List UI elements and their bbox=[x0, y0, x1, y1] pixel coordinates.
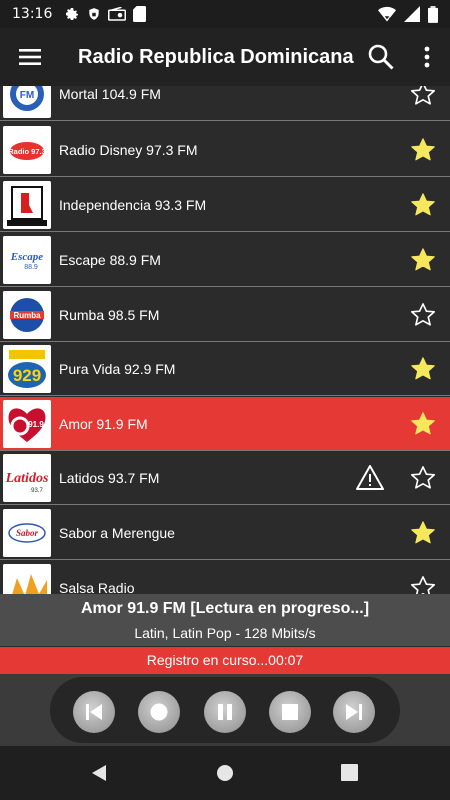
station-row-active[interactable]: 91.9 Amor 91.9 FM bbox=[0, 397, 450, 451]
star-filled-icon[interactable] bbox=[409, 246, 437, 274]
station-row[interactable]: Latidos 93.7 Latidos 93.7 FM bbox=[0, 451, 450, 505]
station-row[interactable]: Independencia 93.3 FM bbox=[0, 178, 450, 232]
station-row[interactable]: Sabor Sabor a Merengue bbox=[0, 506, 450, 560]
record-button[interactable] bbox=[138, 691, 180, 733]
svg-text:Latidos: Latidos bbox=[5, 471, 49, 486]
station-name: Pura Vida 92.9 FM bbox=[59, 360, 176, 377]
station-row[interactable]: Radio 97.3 Radio Disney 97.3 FM bbox=[0, 123, 450, 177]
star-filled-icon[interactable] bbox=[409, 355, 437, 383]
station-logo: Radio 97.3 bbox=[3, 126, 51, 174]
star-outline-icon[interactable] bbox=[409, 301, 437, 329]
hamburger-menu-icon bbox=[19, 49, 41, 65]
station-name: Escape 88.9 FM bbox=[59, 251, 161, 268]
status-time: 13:16 bbox=[12, 6, 53, 22]
station-name: Independencia 93.3 FM bbox=[59, 196, 207, 213]
station-logo: Rumba bbox=[3, 291, 51, 339]
svg-text:Escape: Escape bbox=[10, 251, 44, 263]
station-logo: Sabor bbox=[3, 509, 51, 557]
now-playing-title: Amor 91.9 FM [Lectura en progreso...] bbox=[80, 600, 370, 617]
station-logo: 91.9 bbox=[3, 400, 51, 448]
station-name: Mortal 104.9 FM bbox=[59, 86, 161, 102]
more-vert-icon bbox=[424, 46, 430, 68]
svg-text:Rumba: Rumba bbox=[13, 311, 41, 320]
wifi-icon bbox=[378, 6, 396, 22]
station-name: Radio Disney 97.3 FM bbox=[59, 141, 198, 158]
station-logo: 929 bbox=[3, 345, 51, 393]
station-logo: FM bbox=[3, 86, 51, 118]
star-filled-icon[interactable] bbox=[409, 136, 437, 164]
menu-button[interactable] bbox=[0, 28, 60, 86]
now-playing-info: Latin, Latin Pop - 128 Mbits/s bbox=[134, 625, 316, 641]
station-name: Rumba 98.5 FM bbox=[59, 306, 160, 323]
station-list[interactable]: FM Mortal 104.9 FM Radio 97.3 Radio Disn… bbox=[0, 86, 450, 594]
warning-icon bbox=[356, 465, 384, 490]
station-row[interactable]: FM Mortal 104.9 FM bbox=[0, 86, 450, 121]
status-bar: 13:16 bbox=[0, 0, 450, 28]
record-icon bbox=[150, 703, 168, 721]
sd-card-icon bbox=[133, 6, 147, 22]
star-filled-icon[interactable] bbox=[409, 519, 437, 547]
stop-button[interactable] bbox=[269, 691, 311, 733]
station-logo: Latidos 93.7 bbox=[3, 454, 51, 502]
app-bar: Radio Republica Dominicana bbox=[0, 28, 450, 86]
home-icon[interactable] bbox=[216, 764, 234, 782]
star-outline-icon[interactable] bbox=[409, 464, 437, 492]
star-filled-icon[interactable] bbox=[409, 410, 437, 438]
station-row[interactable]: Escape 88.9 Escape 88.9 FM bbox=[0, 233, 450, 287]
station-row[interactable]: Salsa Radio bbox=[0, 561, 450, 594]
station-name: Latidos 93.7 FM bbox=[59, 469, 160, 486]
logo-disney-text: Radio 97.3 bbox=[8, 147, 46, 156]
station-logo bbox=[3, 181, 51, 229]
search-button[interactable] bbox=[358, 28, 404, 86]
battery-icon bbox=[428, 5, 438, 23]
star-filled-icon[interactable] bbox=[409, 191, 437, 219]
recents-icon[interactable] bbox=[341, 764, 358, 781]
search-icon bbox=[368, 44, 394, 70]
station-row[interactable]: 929 Pura Vida 92.9 FM bbox=[0, 342, 450, 396]
svg-text:88.9: 88.9 bbox=[24, 264, 38, 271]
pause-button[interactable] bbox=[204, 691, 246, 733]
star-outline-icon[interactable] bbox=[409, 86, 437, 108]
skip-previous-icon bbox=[86, 704, 102, 720]
stop-icon bbox=[282, 704, 298, 720]
settings-gear-icon bbox=[66, 8, 79, 20]
station-name: Amor 91.9 FM bbox=[59, 415, 148, 432]
overflow-menu-button[interactable] bbox=[404, 28, 450, 86]
page-title: Radio Republica Dominicana bbox=[78, 45, 354, 68]
svg-text:Sabor: Sabor bbox=[16, 528, 39, 538]
svg-text:FM: FM bbox=[20, 90, 34, 101]
now-playing-panel: Amor 91.9 FM [Lectura en progreso...] La… bbox=[0, 594, 450, 646]
station-logo bbox=[3, 564, 51, 594]
back-icon[interactable] bbox=[90, 764, 108, 782]
signal-icon bbox=[404, 6, 420, 22]
svg-text:929: 929 bbox=[13, 366, 41, 385]
station-name: Sabor a Merengue bbox=[59, 524, 175, 541]
previous-button[interactable] bbox=[73, 691, 115, 733]
shield-icon bbox=[89, 8, 100, 20]
station-name: Salsa Radio bbox=[59, 579, 135, 595]
svg-text:93.7: 93.7 bbox=[31, 488, 43, 494]
svg-text:91.9: 91.9 bbox=[28, 420, 44, 429]
next-button[interactable] bbox=[333, 691, 375, 733]
recording-status: Registro en curso...00:07 bbox=[0, 647, 450, 674]
skip-next-icon bbox=[346, 704, 362, 720]
system-nav-bar bbox=[0, 746, 450, 800]
radio-icon bbox=[108, 7, 127, 21]
pause-icon bbox=[218, 704, 232, 720]
star-outline-icon[interactable] bbox=[409, 574, 437, 594]
station-logo: Escape 88.9 bbox=[3, 236, 51, 284]
station-row[interactable]: Rumba Rumba 98.5 FM bbox=[0, 288, 450, 342]
